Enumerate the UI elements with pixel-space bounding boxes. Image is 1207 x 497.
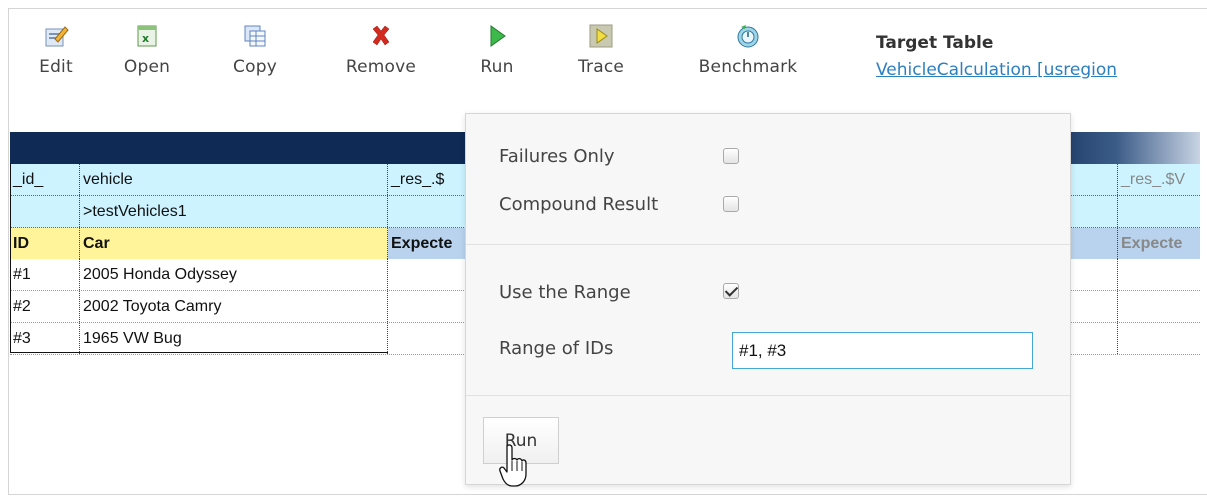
toolbar: Edit x Open Copy Remove Run Trace Benchm… — [9, 9, 1207, 117]
edit-icon — [45, 26, 69, 47]
open-label: Open — [123, 57, 171, 77]
benchmark-button[interactable]: Benchmark — [685, 23, 811, 77]
target-table: Target Table VehicleCalculation [usregio… — [876, 33, 1117, 80]
remove-label: Remove — [345, 57, 417, 77]
edit-button[interactable]: Edit — [31, 23, 81, 77]
trace-icon — [589, 24, 613, 48]
copy-table-icon — [244, 25, 266, 47]
failures-only-label: Failures Only — [499, 146, 615, 167]
trace-label: Trace — [577, 57, 625, 77]
divider — [466, 244, 1070, 245]
run-options-popup: Failures Only Compound Result Use the Ra… — [465, 113, 1071, 485]
open-button[interactable]: x Open — [121, 23, 173, 77]
edit-label: Edit — [39, 57, 73, 77]
run-toolbar-button[interactable]: Run — [475, 23, 519, 77]
range-of-ids-input[interactable] — [732, 332, 1033, 369]
target-table-link[interactable]: VehicleCalculation [usregion — [876, 60, 1117, 80]
trace-button[interactable]: Trace — [569, 23, 633, 77]
compound-result-checkbox[interactable] — [723, 196, 739, 212]
benchmark-label: Benchmark — [698, 57, 798, 77]
hand-pointer-icon — [499, 444, 527, 487]
copy-label: Copy — [233, 57, 277, 77]
compound-result-label: Compound Result — [499, 194, 659, 215]
remove-button[interactable]: Remove — [336, 23, 426, 77]
target-table-title: Target Table — [876, 33, 994, 53]
benchmark-icon — [737, 25, 759, 48]
use-range-checkbox[interactable] — [723, 283, 739, 299]
divider — [466, 395, 1070, 396]
table-bottom-border — [10, 352, 388, 353]
copy-button[interactable]: Copy — [224, 23, 286, 77]
failures-only-checkbox[interactable] — [723, 148, 739, 164]
excel-open-icon: x — [137, 25, 157, 47]
remove-x-icon — [372, 25, 390, 46]
play-icon — [490, 25, 506, 47]
svg-text:x: x — [142, 32, 149, 45]
run-label: Run — [480, 57, 514, 77]
use-range-label: Use the Range — [499, 282, 631, 303]
range-of-ids-label: Range of IDs — [499, 338, 614, 359]
